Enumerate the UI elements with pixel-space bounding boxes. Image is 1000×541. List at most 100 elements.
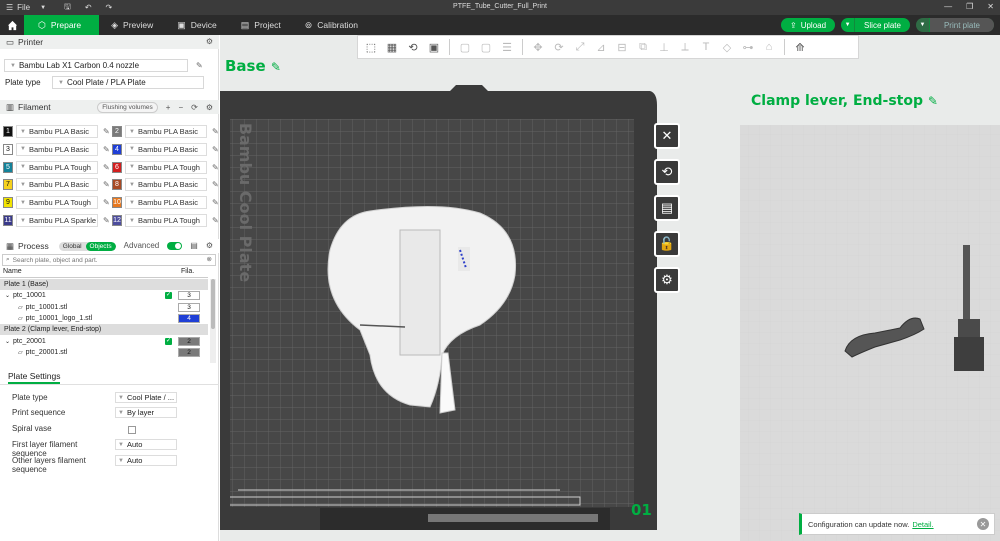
clear-icon[interactable]: ⊗ [207, 255, 212, 263]
setting-select[interactable]: ▼ Auto [115, 455, 177, 466]
printer-select[interactable]: ▼ Bambu Lab X1 Carbon 0.4 nozzle [4, 59, 188, 72]
plate-settings-icon[interactable]: ⚙ [654, 267, 680, 293]
filament-select[interactable]: ▼ Bambu PLA Tough [16, 196, 98, 210]
plate-2-name[interactable]: Clamp lever, End-stop ✎ [751, 93, 938, 109]
slice-plate-button[interactable]: ▼ Slice plate [841, 18, 910, 32]
search-input[interactable] [12, 256, 203, 264]
filament-color-swatch[interactable]: 2 [112, 126, 122, 137]
plate-row[interactable]: Plate 2 (Clamp lever, End-stop) [0, 324, 208, 336]
filament-select[interactable]: ▼ Bambu PLA Basic [125, 196, 207, 210]
filament-index[interactable]: 3 [178, 302, 200, 312]
filament-color-swatch[interactable]: 12 [112, 215, 122, 226]
orient-plate-icon[interactable]: ⟲ [654, 159, 680, 185]
filament-color-swatch[interactable]: 9 [3, 197, 13, 209]
restore-icon[interactable]: ❐ [966, 2, 973, 11]
edit-icon[interactable]: ✎ [928, 94, 938, 108]
setting-select[interactable]: ▼ Auto [115, 439, 177, 450]
sync-icon[interactable]: ⟳ [191, 103, 198, 112]
arrange-plate-icon[interactable]: ▤ [654, 195, 680, 221]
expand-icon[interactable]: ⌄ [5, 338, 10, 345]
filament-select[interactable]: ▼ Bambu PLA Tough [125, 214, 207, 227]
filament-item[interactable]: 9 ▼ Bambu PLA Tough ✎ [3, 195, 110, 210]
edit-icon[interactable]: ✎ [103, 198, 110, 207]
setting-select[interactable]: ▼ By layer [115, 407, 177, 418]
tab-project[interactable]: ▤ Project [229, 15, 293, 35]
filament-color-swatch[interactable]: 10 [112, 197, 122, 209]
chevron-down-icon[interactable]: ▼ [916, 18, 930, 32]
part-row[interactable]: ▱ ptc_20001.stl 2 [0, 347, 208, 358]
edit-icon[interactable]: ✎ [103, 180, 110, 189]
filament-item[interactable]: 5 ▼ Bambu PLA Tough ✎ [3, 160, 110, 175]
part-row[interactable]: ▱ ptc_10001_logo_1.stl 4 [0, 313, 208, 324]
object-row[interactable]: ⌄ptc_20001 2 [0, 336, 208, 347]
filament-color-swatch[interactable]: 8 [112, 179, 122, 191]
setting-select[interactable]: ▼ Cool Plate / ... [115, 392, 177, 403]
filament-color-swatch[interactable]: 4 [112, 143, 122, 155]
filament-select[interactable]: ▼ Bambu PLA Basic [16, 142, 98, 156]
filament-color-swatch[interactable]: 5 [3, 161, 13, 173]
gear-icon[interactable]: ⚙ [206, 241, 213, 250]
save-icon[interactable]: 🖫 [64, 1, 71, 15]
tab-calibration[interactable]: ⊚ Calibration [293, 15, 370, 35]
edit-icon[interactable]: ✎ [212, 163, 219, 172]
filament-select[interactable]: ▼ Bambu PLA Tough [125, 160, 207, 174]
expand-icon[interactable]: ⌄ [5, 292, 10, 299]
edit-icon[interactable]: ✎ [103, 216, 110, 225]
filament-color-swatch[interactable]: 6 [112, 161, 122, 173]
filament-select[interactable]: ▼ Bambu PLA Basic [125, 125, 207, 138]
edit-icon[interactable]: ✎ [212, 127, 219, 136]
upload-button[interactable]: ⇪ Upload [780, 18, 836, 32]
gear-icon[interactable]: ⚙ [206, 103, 213, 112]
close-icon[interactable]: ✕ [977, 518, 989, 530]
undo-icon[interactable]: ↶ [85, 3, 92, 12]
filament-item[interactable]: 4 ▼ Bambu PLA Basic ✎ [112, 142, 219, 157]
filament-index[interactable]: 2 [178, 347, 200, 357]
edit-icon[interactable]: ✎ [103, 145, 110, 154]
remove-icon[interactable]: − [178, 103, 183, 112]
chevron-down-icon[interactable]: ▼ [841, 18, 856, 32]
object-list-scrollbar[interactable] [210, 279, 216, 363]
tab-prepare[interactable]: ⬡ Prepare [24, 15, 100, 35]
filament-select[interactable]: ▼ Bambu PLA Basic [125, 178, 207, 192]
filament-item[interactable]: 10 ▼ Bambu PLA Basic ✎ [112, 195, 219, 210]
delete-plate-icon[interactable]: ✕ [654, 123, 680, 149]
filament-item[interactable]: 6 ▼ Bambu PLA Tough ✎ [112, 160, 219, 175]
add-icon[interactable]: + [166, 103, 171, 112]
spiral-vase-checkbox[interactable] [128, 426, 136, 434]
filament-item[interactable]: 7 ▼ Bambu PLA Basic ✎ [3, 177, 110, 192]
file-menu[interactable]: File [17, 3, 30, 12]
edit-icon[interactable]: ✎ [103, 163, 110, 172]
filament-item[interactable]: 1 ▼ Bambu PLA Basic ✎ [3, 124, 110, 139]
filament-index[interactable]: 3 [178, 291, 200, 301]
filament-select[interactable]: ▼ Bambu PLA Basic [125, 142, 207, 156]
edit-icon[interactable]: ✎ [271, 60, 281, 74]
objects-option[interactable]: Objects [85, 241, 116, 251]
filament-item[interactable]: 3 ▼ Bambu PLA Basic ✎ [3, 142, 110, 157]
filament-item[interactable]: 2 ▼ Bambu PLA Basic ✎ [112, 124, 219, 139]
filament-item[interactable]: 11 ▼ Bambu PLA Sparkle ✎ [3, 213, 110, 228]
filament-item[interactable]: 8 ▼ Bambu PLA Basic ✎ [112, 177, 219, 192]
filament-color-swatch[interactable]: 11 [3, 215, 13, 226]
edit-icon[interactable]: ✎ [212, 180, 219, 189]
object-row[interactable]: ⌄ptc_10001 3 [0, 290, 208, 301]
filament-select[interactable]: ▼ Bambu PLA Tough [16, 160, 98, 174]
filament-select[interactable]: ▼ Bambu PLA Basic [16, 125, 98, 138]
advanced-toggle[interactable] [167, 241, 183, 250]
flushing-volumes-button[interactable]: Flushing volumes [97, 102, 158, 113]
3d-viewport[interactable]: ⬚ ▦ ⟲ ▣ ▢ ▢ ☰ ✥ ⟳ ⤢ ⊿ ⊟ ⧉ ⊥ ⟂ T ◇ ⊶ ⌂ ⟰ [220, 35, 1000, 541]
redo-icon[interactable]: ↷ [106, 3, 113, 12]
lock-icon[interactable]: 🔓 [654, 231, 680, 257]
plate-type-select[interactable]: ▼ Cool Plate / PLA Plate [52, 76, 204, 89]
edit-icon[interactable]: ✎ [212, 145, 219, 154]
edit-icon[interactable]: ✎ [196, 61, 203, 70]
filament-color-swatch[interactable]: 1 [3, 126, 13, 137]
edit-icon[interactable]: ✎ [212, 198, 219, 207]
tab-device[interactable]: ▣ Device [165, 15, 229, 35]
plate-row[interactable]: Plate 1 (Base) [0, 279, 208, 290]
hamburger-icon[interactable]: ☰ [6, 3, 13, 12]
edit-icon[interactable]: ✎ [212, 216, 219, 225]
visible-checkbox[interactable] [165, 337, 172, 345]
global-option[interactable]: Global [59, 242, 86, 251]
filament-color-swatch[interactable]: 7 [3, 179, 13, 191]
filament-index[interactable]: 2 [178, 336, 200, 346]
